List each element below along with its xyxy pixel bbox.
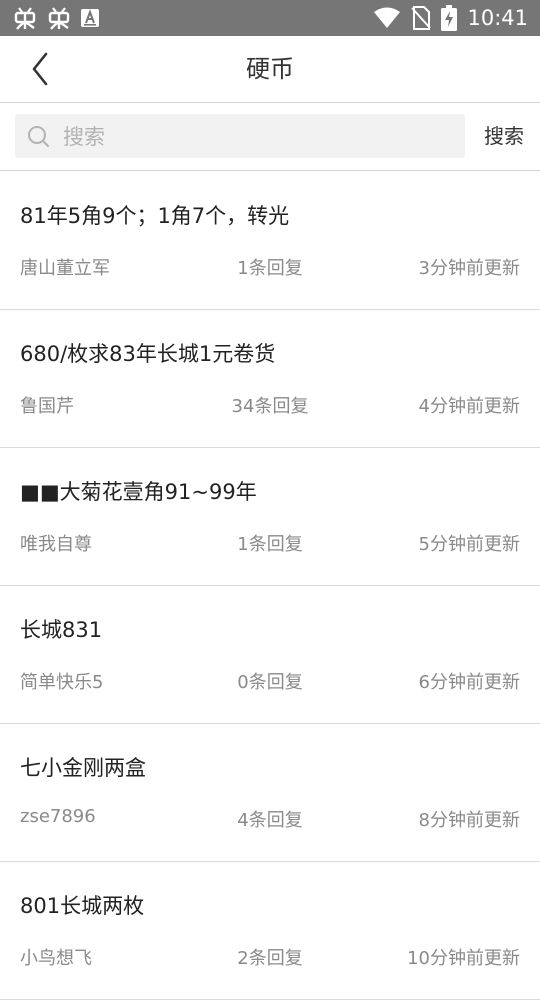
nav-bar: 硬币 — [0, 36, 540, 103]
post-title: ■■大菊花壹角91~99年 — [20, 480, 257, 504]
post-updated-time: 10分钟前更新 — [407, 948, 520, 969]
post-list: 81年5角9个；1角7个，转光 唐山董立军 1条回复 3分钟前更新 680/枚求… — [0, 172, 540, 1000]
status-bar-time: 10:41 — [467, 6, 528, 30]
status-bar: 10:41 — [0, 0, 540, 36]
no-sim-icon — [411, 6, 432, 30]
post-list-item[interactable]: 七小金刚两盒 zse7896 4条回复 8分钟前更新 — [0, 724, 540, 862]
post-list-item[interactable]: 801长城两枚 小鸟想飞 2条回复 10分钟前更新 — [0, 862, 540, 1000]
post-title: 680/枚求83年长城1元卷货 — [20, 342, 276, 366]
post-list-item[interactable]: ■■大菊花壹角91~99年 唯我自尊 1条回复 5分钟前更新 — [0, 448, 540, 586]
post-list-item[interactable]: 680/枚求83年长城1元卷货 鲁国芹 34条回复 4分钟前更新 — [0, 310, 540, 448]
search-bar: 搜索 — [0, 104, 540, 171]
post-list-item[interactable]: 长城831 简单快乐5 0条回复 6分钟前更新 — [0, 586, 540, 724]
search-box[interactable] — [15, 114, 465, 160]
post-updated-time: 8分钟前更新 — [418, 810, 520, 831]
post-meta: 唐山董立军 1条回复 3分钟前更新 — [20, 254, 520, 280]
post-updated-time: 5分钟前更新 — [418, 534, 520, 555]
page-title: 硬币 — [246, 55, 294, 83]
post-meta: 鲁国芹 34条回复 4分钟前更新 — [20, 392, 520, 418]
insect-app-icon — [46, 5, 72, 31]
back-button[interactable] — [22, 46, 68, 92]
post-meta: 简单快乐5 0条回复 6分钟前更新 — [20, 668, 520, 694]
post-meta: 小鸟想飞 2条回复 10分钟前更新 — [20, 944, 520, 970]
post-updated-time: 6分钟前更新 — [418, 672, 520, 693]
search-input[interactable] — [61, 114, 460, 160]
chevron-left-icon — [22, 52, 68, 96]
post-updated-time: 3分钟前更新 — [418, 258, 520, 279]
status-bar-system: 10:41 — [373, 0, 528, 36]
font-app-icon — [80, 8, 100, 28]
post-meta: 唯我自尊 1条回复 5分钟前更新 — [20, 530, 520, 556]
search-button[interactable]: 搜索 — [474, 114, 534, 158]
post-title: 七小金刚两盒 — [20, 756, 146, 780]
post-title: 801长城两枚 — [20, 894, 145, 918]
search-icon — [27, 125, 51, 153]
wifi-icon — [373, 7, 401, 29]
status-bar-notifications — [12, 5, 100, 31]
post-title: 81年5角9个；1角7个，转光 — [20, 204, 290, 228]
battery-charging-icon — [441, 5, 458, 31]
post-meta: zse7896 4条回复 8分钟前更新 — [20, 806, 520, 832]
post-list-item[interactable]: 81年5角9个；1角7个，转光 唐山董立军 1条回复 3分钟前更新 — [0, 172, 540, 310]
insect-app-icon — [12, 5, 38, 31]
post-title: 长城831 — [20, 618, 103, 642]
post-updated-time: 4分钟前更新 — [418, 396, 520, 417]
